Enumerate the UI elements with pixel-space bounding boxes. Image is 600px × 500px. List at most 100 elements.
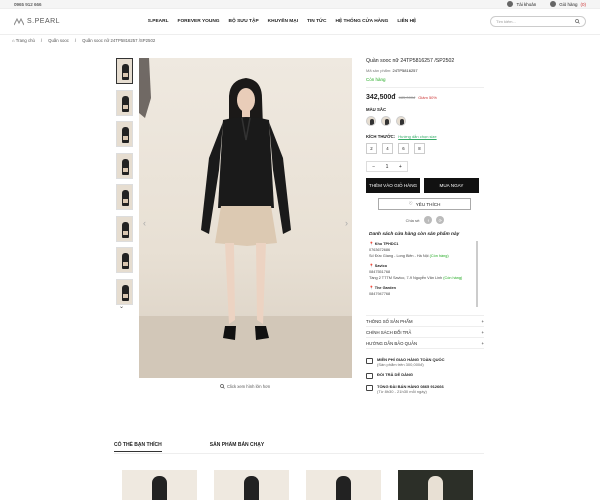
quantity-stepper: − 1 +	[366, 161, 408, 172]
zoom-hint[interactable]: Click xem hình lớn hơn	[220, 384, 270, 389]
cart-link[interactable]: Giỏ hàng (0)	[550, 1, 586, 7]
main-nav: S.PEARL FOREVER YOUNG BỘ SƯU TẬP KHUYẾN …	[74, 19, 490, 24]
nav-item-collection[interactable]: BỘ SƯU TẬP	[229, 19, 259, 24]
color-label: MÀU SẮC	[366, 107, 387, 112]
nav-item-forever-young[interactable]: FOREVER YOUNG	[178, 19, 220, 24]
color-swatch[interactable]	[396, 116, 406, 126]
nav-item-stores[interactable]: HỆ THỐNG CỬA HÀNG	[335, 19, 388, 24]
tab-you-may-like[interactable]: CÓ THỂ BẠN THÍCH	[114, 442, 162, 452]
size-option[interactable]: 6	[398, 143, 409, 154]
share-row: Chia sẻ: f ⟳	[366, 216, 484, 224]
wishlist-button[interactable]: ♡ YÊU THÍCH	[378, 198, 471, 210]
thumbnail[interactable]	[116, 215, 133, 242]
add-to-cart-button[interactable]: THÊM VÀO GIỎ HÀNG	[366, 178, 420, 193]
sale-price: 342,500đ	[366, 94, 396, 101]
service-perks: MIỄN PHÍ GIAO HÀNG TOÀN QUỐC (Sản phẩm tr…	[366, 357, 484, 394]
size-guide-link[interactable]: Hướng dẫn chọn size	[398, 134, 436, 139]
prev-image-icon[interactable]: ‹	[143, 218, 146, 228]
nav-item-news[interactable]: TIN TỨC	[307, 19, 326, 24]
perk-easy-return: ĐỔI TRẢ DỄ DÀNG	[366, 372, 484, 379]
plus-icon: +	[481, 318, 484, 324]
plus-icon: +	[481, 340, 484, 346]
related-tabs: CÓ THỂ BẠN THÍCH SẢN PHẨM BÁN CHẠY	[114, 442, 484, 452]
related-product-card[interactable]	[214, 470, 289, 500]
store-item: 📍 The Garden 0847947768	[369, 286, 396, 296]
related-product-card[interactable]	[398, 470, 473, 500]
user-icon	[507, 1, 514, 7]
plus-icon: +	[481, 329, 484, 335]
discount-badge: Giảm 50%	[418, 95, 437, 100]
product-sku: Mã sản phẩm: 24TP5816257	[366, 68, 418, 73]
return-icon	[366, 373, 373, 379]
color-swatch[interactable]	[381, 116, 391, 126]
next-image-icon[interactable]: ›	[345, 218, 348, 228]
store-list[interactable]: 📍 Kho TPHDC1 0763672686 Số Đức Giang - L…	[366, 241, 478, 307]
facebook-icon[interactable]: f	[424, 216, 433, 224]
related-product-card[interactable]	[306, 470, 381, 500]
size-row: KÍCH THƯỚC: Hướng dẫn chọn size	[366, 134, 484, 139]
thumbnail[interactable]	[116, 89, 133, 116]
main-header: S.PEARL S.PEARL FOREVER YOUNG BỘ SƯU TẬP…	[0, 9, 600, 35]
truck-icon	[366, 358, 373, 364]
product-info: Quần sooc nữ 24TP5816257 /SP2502 Mã sản …	[366, 58, 484, 399]
search-icon[interactable]	[575, 19, 580, 24]
site-logo[interactable]: S.PEARL	[14, 17, 74, 26]
store-list-title: Danh sách cửa hàng còn sản phẩm này	[369, 232, 460, 237]
perk-free-shipping: MIỄN PHÍ GIAO HÀNG TOÀN QUỐC (Sản phẩm tr…	[366, 357, 484, 367]
thumbnail[interactable]	[116, 152, 133, 179]
accordion-care-guide[interactable]: HƯỚNG DẪN BẢO QUẢN +	[366, 338, 484, 349]
related-product-card[interactable]	[122, 470, 197, 500]
share-link-icon[interactable]: ⟳	[436, 216, 445, 224]
cart-icon	[550, 1, 557, 7]
color-swatches	[366, 116, 484, 126]
purchase-buttons: THÊM VÀO GIỎ HÀNG MUA NGAY	[366, 178, 484, 193]
zoom-icon	[220, 384, 225, 389]
breadcrumb-category[interactable]: Quần sooc	[48, 38, 69, 43]
thumbnail[interactable]	[116, 247, 133, 273]
search-placeholder: Tìm kiếm...	[496, 19, 516, 24]
heart-icon: ♡	[408, 201, 413, 206]
breadcrumb-home[interactable]: ⌂ Trang chủ	[12, 38, 35, 43]
size-option[interactable]: 2	[366, 143, 377, 154]
model-photo	[139, 58, 352, 378]
top-bar: 0965 912 666 Tài khoản Giỏ hàng (0)	[0, 0, 600, 9]
store-item: 📍 Savico 0847551768 Tầng 2 TTTM Savico, …	[369, 264, 463, 280]
price-row: 342,500đ 685,000đ Giảm 50%	[366, 94, 484, 101]
nav-item-promotion[interactable]: KHUYẾN MẠI	[268, 19, 298, 24]
nav-item-contact[interactable]: LIÊN HỆ	[397, 19, 416, 24]
thumbnail-strip	[116, 58, 133, 310]
size-option[interactable]: 8	[414, 143, 425, 154]
logo-mark-icon	[14, 17, 24, 25]
perk-hotline: TỔNG ĐÀI BÁN HÀNG 0865 912666 (Từ 8h30 - …	[366, 384, 484, 394]
thumbnail[interactable]	[116, 121, 133, 147]
product-accordion: THÔNG SỐ SẢN PHẨM + CHÍNH SÁCH ĐỔI TRẢ + H…	[366, 315, 484, 349]
search-input[interactable]: Tìm kiếm...	[490, 16, 586, 27]
chevron-down-icon[interactable]: ⌄	[119, 303, 124, 310]
nav-item-spearl[interactable]: S.PEARL	[148, 19, 169, 24]
qty-plus-button[interactable]: +	[394, 162, 407, 171]
store-item: 📍 Kho TPHDC1 0763672686 Số Đức Giang - L…	[369, 242, 449, 258]
accordion-return-policy[interactable]: CHÍNH SÁCH ĐỔI TRẢ +	[366, 327, 484, 338]
size-option[interactable]: 4	[382, 143, 393, 154]
buy-now-button[interactable]: MUA NGAY	[424, 178, 479, 193]
main-product-image[interactable]: ‹ ›	[139, 58, 352, 378]
accordion-specs[interactable]: THÔNG SỐ SẢN PHẨM +	[366, 316, 484, 327]
tab-best-sellers[interactable]: SẢN PHẨM BÁN CHẠY	[210, 442, 264, 452]
hotline-text[interactable]: 0965 912 666	[14, 2, 507, 7]
thumbnail[interactable]	[116, 58, 133, 84]
color-swatch[interactable]	[366, 116, 376, 126]
qty-value[interactable]: 1	[380, 162, 393, 171]
original-price: 685,000đ	[398, 95, 416, 100]
account-link[interactable]: Tài khoản	[507, 1, 536, 7]
phone-icon	[366, 385, 373, 391]
stock-status: Còn hàng	[366, 77, 484, 88]
breadcrumb-current: Quần sooc nữ 24TP5816257 /SP2502	[82, 38, 156, 43]
breadcrumb: ⌂ Trang chủ / Quần sooc / Quần sooc nữ 2…	[12, 38, 156, 43]
product-title: Quần sooc nữ 24TP5816257 /SP2502	[366, 58, 455, 64]
size-options: 2 4 6 8	[366, 143, 484, 154]
qty-minus-button[interactable]: −	[367, 162, 380, 171]
thumbnail[interactable]	[116, 184, 133, 210]
size-label: KÍCH THƯỚC:	[366, 134, 396, 139]
cart-count: (0)	[580, 1, 587, 7]
thumbnail[interactable]	[116, 278, 133, 305]
